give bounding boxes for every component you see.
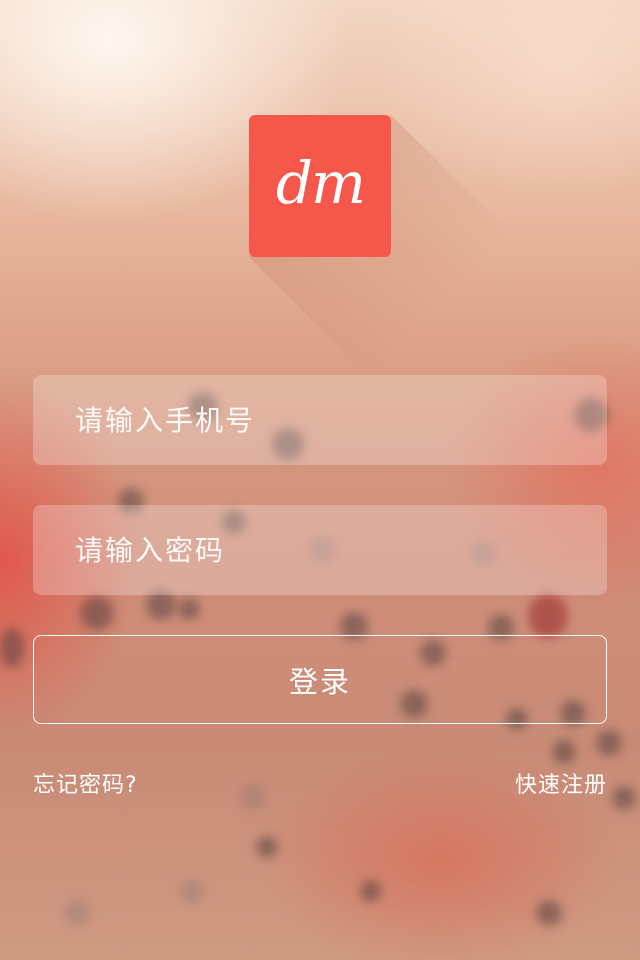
password-field[interactable] — [33, 505, 607, 595]
login-button[interactable]: 登录 — [33, 635, 607, 724]
password-input[interactable] — [33, 505, 607, 595]
app-logo: dm — [249, 115, 509, 375]
forgot-password-link[interactable]: 忘记密码? — [33, 770, 138, 802]
phone-field[interactable] — [33, 375, 607, 465]
quick-register-link[interactable]: 快速注册 — [515, 770, 607, 802]
phone-input[interactable] — [33, 375, 607, 465]
logo-text: dm — [275, 149, 366, 217]
logo-badge: dm — [249, 115, 391, 257]
